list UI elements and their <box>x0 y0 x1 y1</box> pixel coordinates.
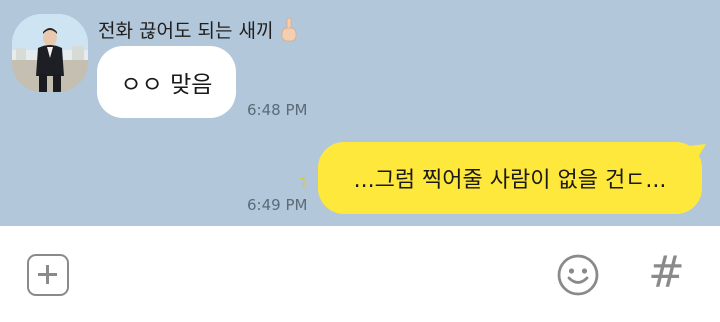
smiley-icon <box>557 254 599 296</box>
avatar-photo <box>12 14 88 92</box>
chat-area: 전화 끊어도 되는 새끼 ㅇㅇ 맞음 6:48 PM 1 6:49 PM ...… <box>0 0 720 226</box>
avatar[interactable] <box>12 14 88 92</box>
hash-button[interactable]: # <box>648 250 685 296</box>
outgoing-message-bubble[interactable]: ...그럼 찍어줄 사람이 없을 건ㄷ... <box>318 142 702 214</box>
hash-icon: # <box>648 247 685 298</box>
middle-finger-emoji-icon <box>282 17 297 41</box>
incoming-message-bubble[interactable]: ㅇㅇ 맞음 <box>97 46 236 118</box>
outgoing-message-text: ...그럼 찍어줄 사람이 없을 건ㄷ... <box>353 168 667 193</box>
outgoing-message-time: 6:49 PM <box>247 196 308 214</box>
sender-name-text: 전화 끊어도 되는 새끼 <box>98 20 274 42</box>
emoji-button[interactable] <box>556 253 600 301</box>
incoming-message-time: 6:48 PM <box>247 101 308 119</box>
sender-name: 전화 끊어도 되는 새끼 <box>98 16 299 43</box>
bubble-tail <box>688 144 706 164</box>
input-bar <box>0 226 720 322</box>
attach-button[interactable] <box>27 254 69 296</box>
incoming-message-text: ㅇㅇ 맞음 <box>120 72 213 98</box>
unread-count: 1 <box>299 176 308 192</box>
